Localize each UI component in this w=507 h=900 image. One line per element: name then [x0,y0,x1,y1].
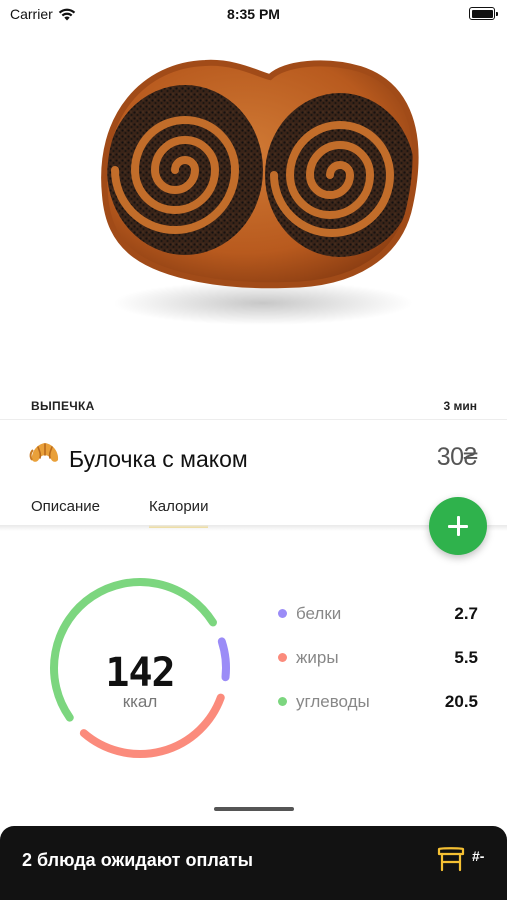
macro-label: углеводы [296,692,370,711]
macro-fat: жиры 5.5 [278,647,478,669]
pending-order-bar[interactable]: 2 блюда ожидают оплаты #- [0,826,507,900]
table-icon [437,847,465,872]
tab-description[interactable]: Описание [31,498,100,525]
plus-icon [448,516,468,536]
macro-protein: белки 2.7 [278,603,478,625]
carbs-dot [278,697,287,706]
fat-dot [278,653,287,662]
battery-icon [469,7,498,20]
macro-label: белки [296,604,342,623]
sheet-grabber[interactable] [214,807,294,811]
croissant-icon [29,443,59,462]
status-bar: Carrier 8:35 PM [0,0,507,30]
macro-value: 5.5 [454,648,478,667]
macro-value: 2.7 [454,604,478,623]
cook-time: 3 мин [443,399,477,413]
add-to-order-button[interactable] [429,497,487,555]
pending-order-text: 2 блюда ожидают оплаты [22,850,253,870]
macro-label: жиры [296,648,339,667]
protein-dot [278,609,287,618]
tab-calories[interactable]: Калории [149,498,209,528]
category-row: ВЫПЕЧКА 3 мин [0,392,507,420]
calories-unit: ккал [122,692,158,711]
macro-carbs: углеводы 20.5 [278,691,478,713]
clock: 8:35 PM [227,6,280,22]
product-category: ВЫПЕЧКА [31,399,95,413]
calories-value: 142 [105,650,175,696]
product-price: 30₴ [436,443,478,471]
product-image [101,59,419,325]
product-header: Булочка с маком 30₴ [0,430,507,486]
table-number: #- [472,848,485,864]
product-name: Булочка с маком [69,446,248,472]
macro-value: 20.5 [444,692,478,711]
